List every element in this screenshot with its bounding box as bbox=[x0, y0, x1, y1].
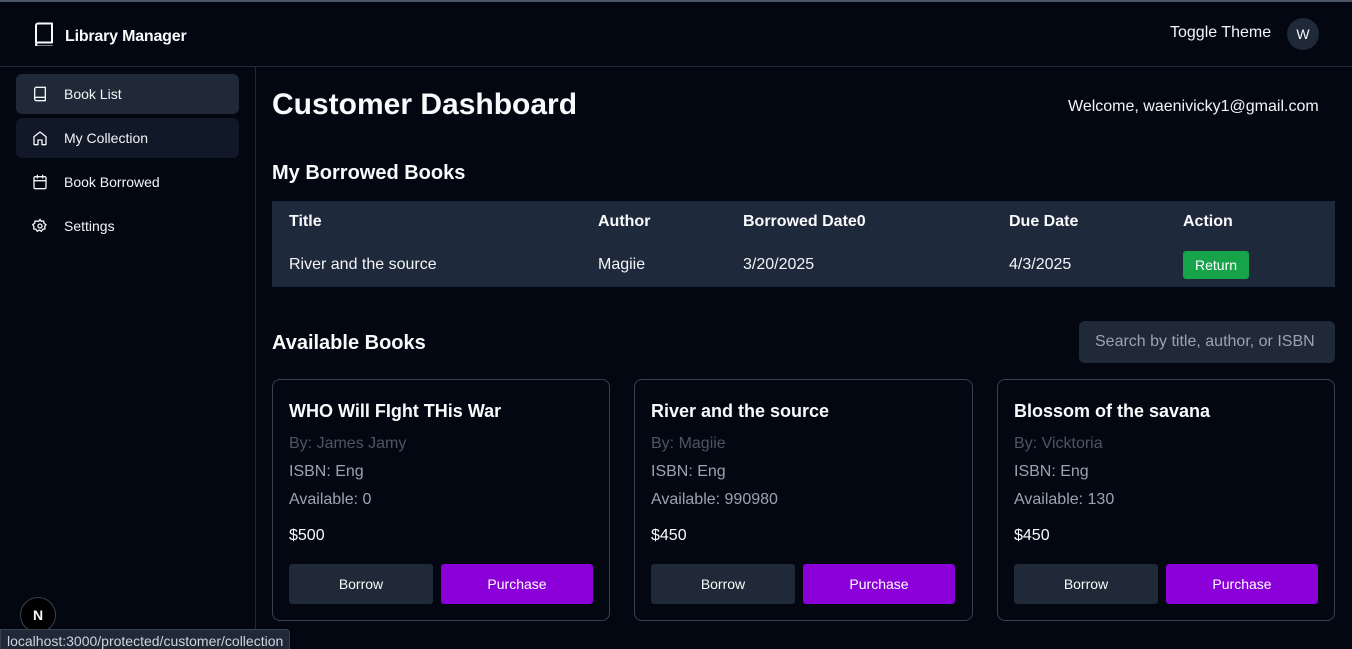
column-header-borrowed-date: Borrowed Date0 bbox=[743, 213, 866, 230]
book-title: River and the source bbox=[651, 401, 830, 421]
book-icon bbox=[32, 86, 48, 102]
calendar-icon bbox=[32, 174, 48, 190]
borrowed-books-heading: My Borrowed Books bbox=[272, 162, 466, 184]
sidebar-item-book-list[interactable]: Book List bbox=[16, 74, 239, 114]
top-bar: Library Manager Toggle Theme W bbox=[0, 2, 1352, 67]
book-card: River and the source By: Magiie ISBN: En… bbox=[634, 379, 973, 621]
sidebar-item-label: Settings bbox=[64, 218, 115, 234]
sidebar-item-label: Book Borrowed bbox=[64, 174, 160, 190]
borrowed-books-table: Title Author Borrowed Date0 Due Date Act… bbox=[272, 201, 1335, 287]
toggle-theme-button[interactable]: Toggle Theme bbox=[1170, 24, 1271, 42]
sidebar-item-label: My Collection bbox=[64, 130, 149, 146]
book-price: $500 bbox=[289, 527, 325, 544]
borrow-button[interactable]: Borrow bbox=[1014, 564, 1158, 604]
book-availability: Available: 990980 bbox=[651, 491, 778, 508]
book-card: Blossom of the savana By: Vicktoria ISBN… bbox=[997, 379, 1335, 621]
home-icon bbox=[32, 130, 48, 146]
return-button[interactable]: Return bbox=[1183, 251, 1250, 279]
sidebar-item-settings[interactable]: Settings bbox=[16, 206, 239, 246]
book-isbn: ISBN: Eng bbox=[1014, 463, 1089, 480]
avatar[interactable]: W bbox=[1287, 18, 1319, 50]
book-title: WHO Will FIght THis War bbox=[289, 401, 502, 421]
sidebar-item-book-borrowed[interactable]: Book Borrowed bbox=[16, 162, 239, 202]
book-card: WHO Will FIght THis War By: James Jamy I… bbox=[272, 379, 610, 621]
sidebar: Book List My Collection Book Borrowed Se… bbox=[0, 67, 256, 649]
gear-icon bbox=[31, 218, 48, 234]
purchase-button[interactable]: Purchase bbox=[441, 564, 593, 604]
search-input[interactable] bbox=[1079, 321, 1335, 363]
borrow-button[interactable]: Borrow bbox=[289, 564, 433, 604]
book-isbn: ISBN: Eng bbox=[651, 463, 726, 480]
sidebar-item-my-collection[interactable]: My Collection bbox=[16, 118, 239, 158]
column-header-author: Author bbox=[598, 213, 651, 230]
cell-due-date: 4/3/2025 bbox=[1009, 256, 1072, 273]
book-author: By: Vicktoria bbox=[1014, 435, 1103, 452]
purchase-button[interactable]: Purchase bbox=[803, 564, 955, 604]
brand[interactable]: Library Manager bbox=[33, 22, 187, 51]
sidebar-item-label: Book List bbox=[64, 86, 122, 102]
welcome-text: Welcome, waenivicky1@gmail.com bbox=[1068, 98, 1319, 115]
book-isbn: ISBN: Eng bbox=[289, 463, 364, 480]
book-icon bbox=[33, 22, 55, 51]
browser-status-url: localhost:3000/protected/customer/collec… bbox=[0, 629, 291, 649]
book-availability: Available: 130 bbox=[1014, 491, 1115, 508]
book-author: By: Magiie bbox=[651, 435, 726, 452]
cell-title: River and the source bbox=[289, 256, 437, 273]
book-price: $450 bbox=[651, 527, 687, 544]
page-title: Customer Dashboard bbox=[272, 88, 578, 121]
nextjs-dev-badge[interactable]: N bbox=[20, 597, 56, 633]
cell-borrowed-date: 3/20/2025 bbox=[743, 256, 815, 273]
column-header-action: Action bbox=[1183, 213, 1233, 230]
table-header-row: Title Author Borrowed Date0 Due Date Act… bbox=[272, 201, 1335, 243]
table-row: River and the source Magiie 3/20/2025 4/… bbox=[272, 243, 1335, 287]
column-header-title: Title bbox=[289, 213, 322, 230]
cell-author: Magiie bbox=[598, 256, 646, 273]
book-availability: Available: 0 bbox=[289, 491, 372, 508]
borrow-button[interactable]: Borrow bbox=[651, 564, 795, 604]
book-title: Blossom of the savana bbox=[1014, 401, 1211, 421]
purchase-button[interactable]: Purchase bbox=[1166, 564, 1318, 604]
app-title: Library Manager bbox=[65, 27, 187, 45]
book-price: $450 bbox=[1014, 527, 1050, 544]
available-books-heading: Available Books bbox=[272, 332, 426, 354]
cell-action: Return bbox=[1166, 243, 1335, 287]
book-author: By: James Jamy bbox=[289, 435, 407, 452]
column-header-due-date: Due Date bbox=[1009, 213, 1079, 230]
